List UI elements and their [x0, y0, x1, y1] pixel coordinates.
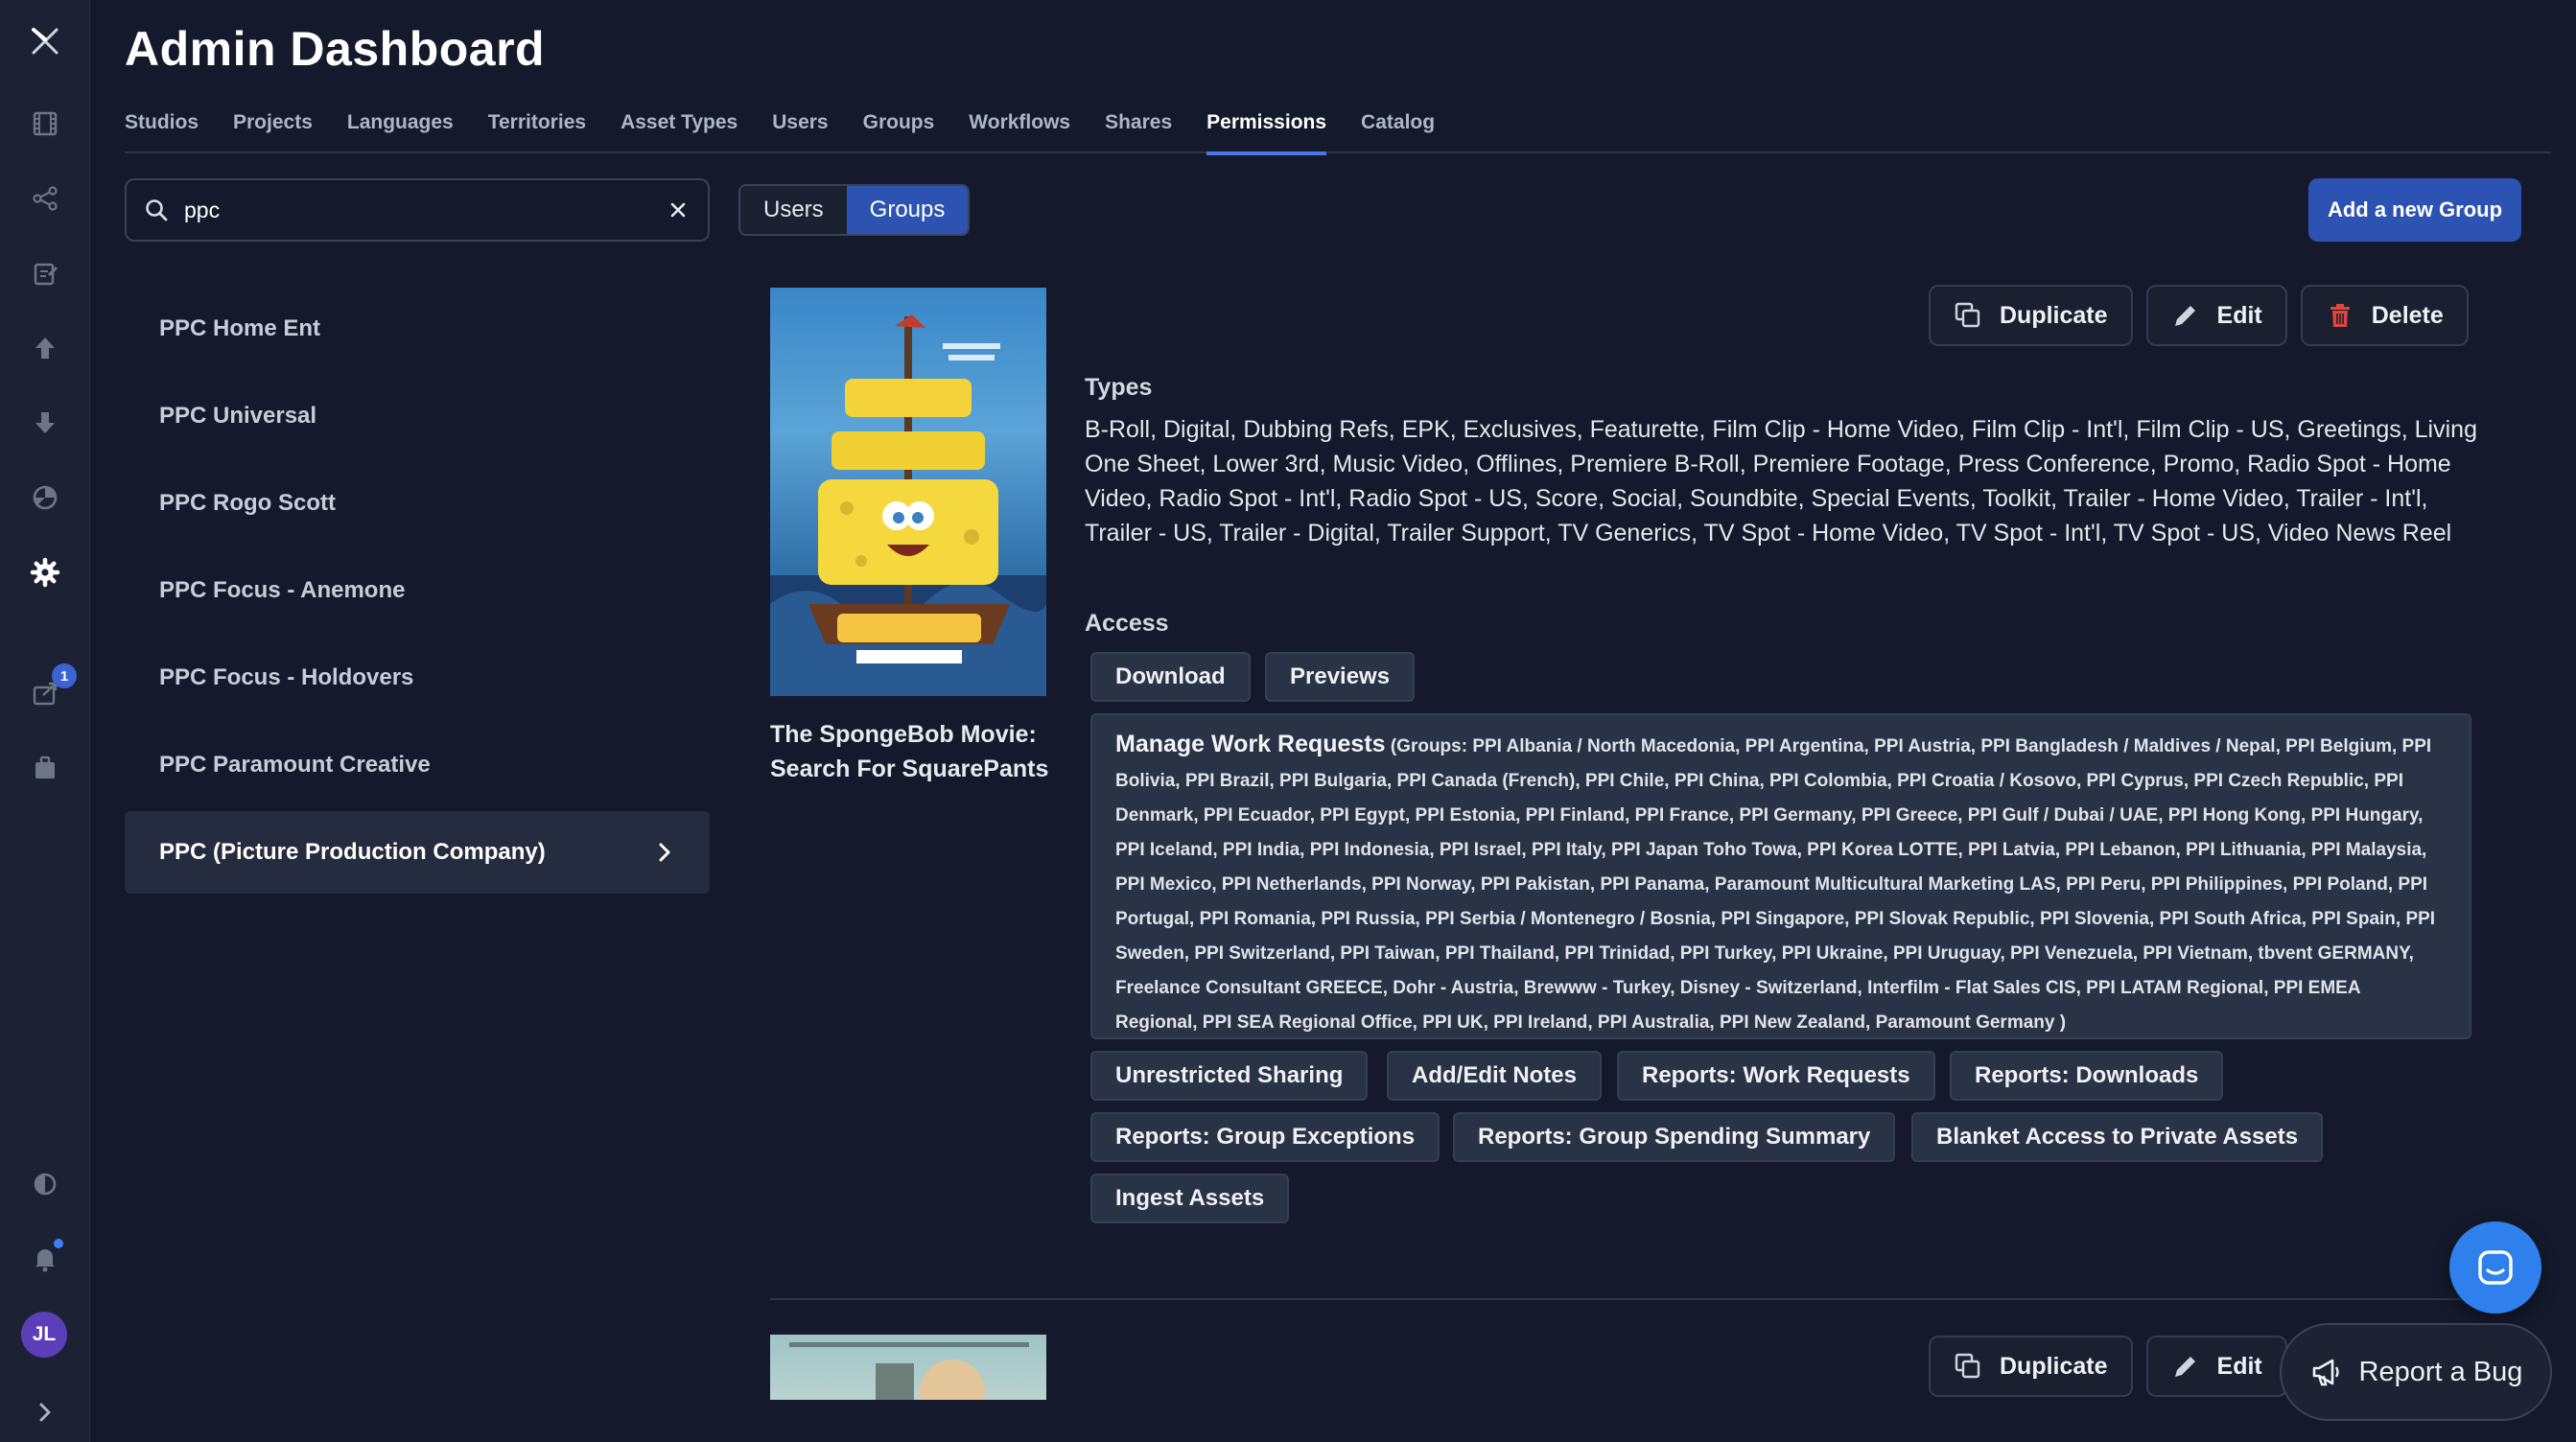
manage-work-requests-title: Manage Work Requests: [1115, 731, 1386, 757]
gear-icon[interactable]: [19, 547, 71, 598]
access-previews: Previews: [1265, 652, 1416, 702]
tab-permissions[interactable]: Permissions: [1206, 104, 1326, 155]
access-reports-group-spending: Reports: Group Spending Summary: [1453, 1112, 1896, 1162]
duplicate-label: Duplicate: [2000, 301, 2108, 329]
chat-icon: [2478, 1250, 2513, 1285]
clear-search-icon[interactable]: [666, 198, 691, 222]
tab-territories[interactable]: Territories: [488, 104, 586, 153]
theme-contrast-icon[interactable]: [19, 1158, 71, 1210]
delete-button[interactable]: Delete: [2300, 285, 2469, 346]
access-reports-downloads: Reports: Downloads: [1950, 1051, 2224, 1101]
share-network-icon[interactable]: [19, 173, 71, 224]
access-label: Access: [1085, 610, 1169, 637]
tab-languages[interactable]: Languages: [347, 104, 454, 153]
access-download: Download: [1090, 652, 1251, 702]
megaphone-icon: [2312, 1359, 2339, 1386]
logo-icon[interactable]: [19, 15, 71, 67]
tab-studios[interactable]: Studios: [125, 104, 199, 153]
chevron-right-icon[interactable]: [19, 1386, 71, 1438]
types-label: Types: [1085, 374, 1153, 401]
search-input[interactable]: [182, 196, 666, 224]
toggle-groups[interactable]: Groups: [846, 186, 969, 234]
edit-document-icon[interactable]: [19, 247, 71, 299]
users-groups-toggle: Users Groups: [738, 184, 971, 236]
manage-work-requests-groups: (Groups: PPI Albania / North Macedonia, …: [1115, 736, 2436, 1033]
tab-projects[interactable]: Projects: [233, 104, 313, 153]
copy-icon: [1955, 302, 1980, 328]
tab-users[interactable]: Users: [772, 104, 828, 153]
edit-button[interactable]: Edit: [2145, 285, 2287, 346]
pie-chart-icon[interactable]: [19, 472, 71, 523]
card-2-actions: Duplicate Edit: [1929, 1336, 2287, 1397]
upload-icon[interactable]: [19, 322, 71, 374]
access-manage-work-requests: Manage Work Requests (Groups: PPI Albani…: [1090, 713, 2471, 1039]
duplicate-button[interactable]: Duplicate: [1929, 1336, 2133, 1397]
list-item-label: PPC (Picture Production Company): [159, 839, 546, 865]
card-divider: [770, 1298, 2504, 1300]
edit-label: Edit: [2216, 1352, 2262, 1380]
edit-label: Edit: [2216, 301, 2262, 329]
list-item[interactable]: PPC Focus - Holdovers: [125, 637, 710, 719]
access-reports-work-requests: Reports: Work Requests: [1617, 1051, 1935, 1101]
list-item-selected[interactable]: PPC (Picture Production Company): [125, 811, 710, 894]
search-icon: [146, 199, 168, 221]
poster-title: The SpongeBob Movie: Search For SquarePa…: [770, 721, 1049, 782]
duplicate-label: Duplicate: [2000, 1352, 2108, 1380]
report-bug-button[interactable]: Report a Bug: [2280, 1323, 2552, 1421]
chevron-right-icon: [659, 843, 670, 862]
tab-catalog[interactable]: Catalog: [1361, 104, 1435, 153]
add-group-button[interactable]: Add a new Group: [2308, 178, 2521, 242]
briefcase-icon[interactable]: [19, 742, 71, 794]
pencil-icon: [2174, 306, 2195, 326]
left-rail: 1 JL: [0, 0, 90, 1442]
access-ingest-assets: Ingest Assets: [1090, 1174, 1290, 1223]
group-list: PPC Home Ent PPC Universal PPC Rogo Scot…: [125, 288, 710, 898]
notification-count-badge: 1: [52, 663, 77, 688]
movie-poster: [770, 288, 1046, 696]
report-bug-label: Report a Bug: [2358, 1356, 2523, 1387]
copy-icon: [1955, 1353, 1980, 1379]
page-title: Admin Dashboard: [125, 22, 546, 76]
access-add-edit-notes: Add/Edit Notes: [1387, 1051, 1602, 1101]
film-icon[interactable]: [19, 98, 71, 150]
edit-button[interactable]: Edit: [2145, 1336, 2287, 1397]
delete-label: Delete: [2371, 301, 2444, 329]
notification-dot: [52, 1237, 65, 1250]
list-item[interactable]: PPC Universal: [125, 375, 710, 457]
tab-asset-types[interactable]: Asset Types: [621, 104, 738, 153]
list-item[interactable]: PPC Rogo Scott: [125, 462, 710, 545]
list-item[interactable]: PPC Paramount Creative: [125, 724, 710, 806]
list-item[interactable]: PPC Home Ent: [125, 288, 710, 370]
trash-icon: [2330, 304, 2350, 327]
types-list: B-Roll, Digital, Dubbing Refs, EPK, Excl…: [1085, 416, 2477, 547]
group-search: [125, 178, 710, 242]
toggle-users[interactable]: Users: [740, 186, 847, 234]
tab-shares[interactable]: Shares: [1105, 104, 1172, 153]
pencil-icon: [2174, 1357, 2195, 1377]
bell-icon[interactable]: [19, 1233, 71, 1285]
duplicate-button[interactable]: Duplicate: [1929, 285, 2133, 346]
chat-launcher-button[interactable]: [2449, 1221, 2541, 1314]
access-unrestricted-sharing: Unrestricted Sharing: [1090, 1051, 1369, 1101]
admin-tabs: Studios Projects Languages Territories A…: [125, 104, 2551, 155]
access-reports-group-exceptions: Reports: Group Exceptions: [1090, 1112, 1440, 1162]
access-blanket-private-assets: Blanket Access to Private Assets: [1911, 1112, 2324, 1162]
movie-poster-2: [770, 1335, 1046, 1400]
list-item[interactable]: PPC Focus - Anemone: [125, 549, 710, 632]
avatar[interactable]: JL: [21, 1312, 67, 1358]
card-actions: Duplicate Edit Delete: [1929, 285, 2469, 346]
download-icon[interactable]: [19, 397, 71, 449]
tab-groups[interactable]: Groups: [863, 104, 935, 153]
outbox-icon[interactable]: 1: [19, 663, 77, 719]
tab-workflows[interactable]: Workflows: [969, 104, 1070, 153]
